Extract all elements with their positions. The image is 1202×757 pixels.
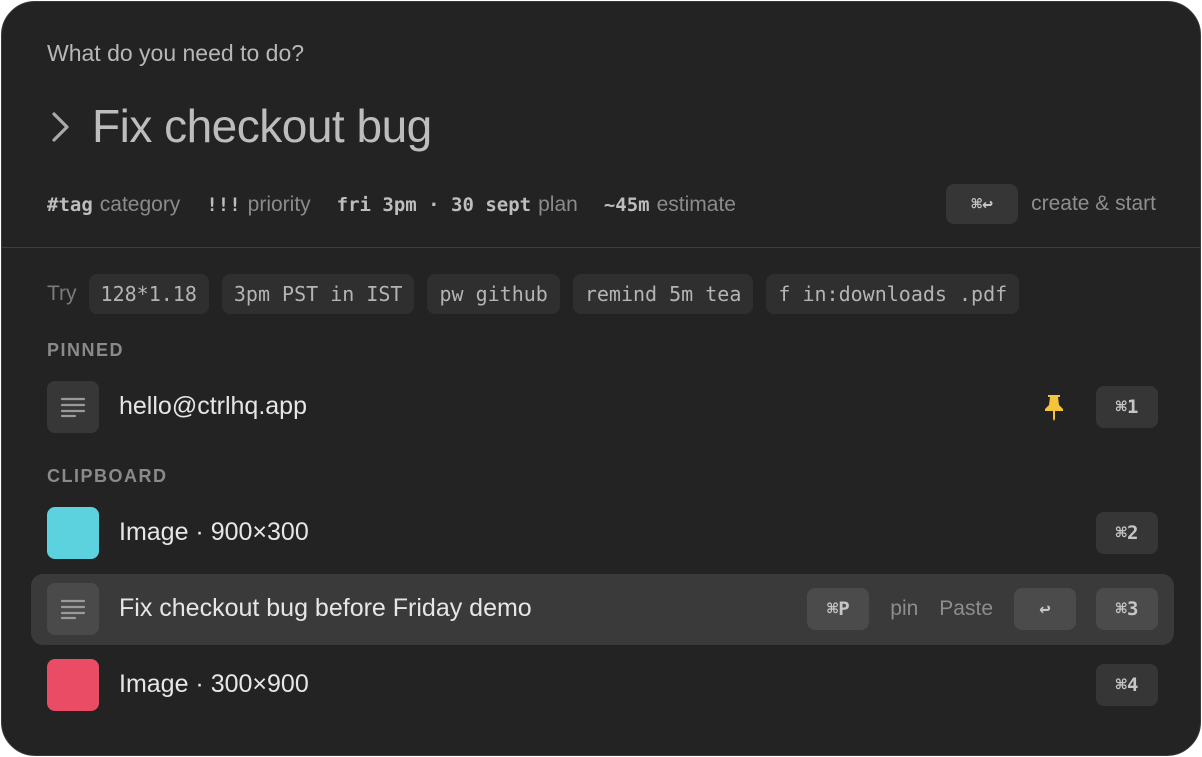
hint-word: plan [538, 193, 578, 216]
chevron-right-icon [50, 110, 72, 149]
pin-shortcut-key[interactable]: ⌘P [807, 588, 870, 630]
hint-code: ~45m [603, 194, 650, 216]
hint-code: !!! [206, 194, 241, 216]
prompt-label: What do you need to do? [47, 40, 305, 66]
create-shortcut-key: ⌘↩ [946, 184, 1019, 224]
pin-action-label[interactable]: pin [890, 597, 918, 621]
hint-plan: fri 3pm · 30 sept plan [337, 193, 578, 217]
shortcut-key: ⌘1 [1096, 386, 1158, 428]
list-item-label: Image · 300×900 [119, 670, 309, 698]
suggestion-chip[interactable]: pw github [427, 274, 560, 314]
section-pinned: PINNED [47, 340, 125, 360]
shortcut-key: ⌘3 [1096, 588, 1158, 630]
list-item-label: Image · 900×300 [119, 518, 309, 546]
suggestion-chip[interactable]: remind 5m tea [572, 274, 754, 314]
text-icon [47, 381, 99, 433]
hint-code: #tag [47, 194, 93, 216]
image-thumbnail [47, 659, 99, 711]
hint-estimate: ~45m estimate [604, 193, 736, 217]
list-item-image-900x300[interactable]: Image · 900×300 ⌘2 [31, 498, 1174, 569]
paste-action-label[interactable]: Paste [939, 597, 993, 621]
divider [2, 247, 1200, 248]
shortcut-key: ⌘4 [1096, 664, 1158, 706]
list-item-label: Fix checkout bug before Friday demo [119, 594, 532, 622]
try-label: Try [47, 282, 77, 305]
suggestion-chip[interactable]: f in:downloads .pdf [766, 274, 1020, 314]
pin-icon[interactable] [1044, 393, 1064, 421]
list-item-label: hello@ctrlhq.app [119, 392, 307, 420]
list-item-selected-text[interactable]: Fix checkout bug before Friday demo ⌘P p… [31, 574, 1174, 645]
suggestion-chip[interactable]: 128*1.18 [88, 274, 209, 314]
shortcut-key: ⌘2 [1096, 512, 1158, 554]
create-and-start-button[interactable]: ⌘↩ create & start [946, 184, 1156, 224]
text-icon [47, 583, 99, 635]
hint-category: #tag category [47, 193, 180, 217]
list-item-image-300x900[interactable]: Image · 300×900 ⌘4 [31, 650, 1174, 721]
create-label: create & start [1031, 192, 1156, 215]
hint-word: priority [247, 193, 311, 216]
syntax-hints: #tag category !!! priority fri 3pm · 30 … [47, 184, 1156, 224]
launcher-panel: What do you need to do? Fix checkout bug… [1, 1, 1201, 756]
section-clipboard: CLIPBOARD [47, 466, 168, 486]
hint-code: fri 3pm · 30 sept [336, 194, 532, 216]
hint-priority: !!! priority [206, 193, 310, 217]
list-item-pinned-email[interactable]: hello@ctrlhq.app ⌘1 [31, 372, 1174, 443]
paste-return-key[interactable]: ↩ [1014, 588, 1076, 630]
hint-word: category [99, 193, 181, 216]
try-suggestions: Try 128*1.18 3pm PST in IST pw github re… [47, 274, 1032, 314]
task-input[interactable]: Fix checkout bug [92, 99, 432, 153]
image-thumbnail [47, 507, 99, 559]
suggestion-chip[interactable]: 3pm PST in IST [221, 274, 415, 314]
hint-word: estimate [656, 193, 736, 216]
